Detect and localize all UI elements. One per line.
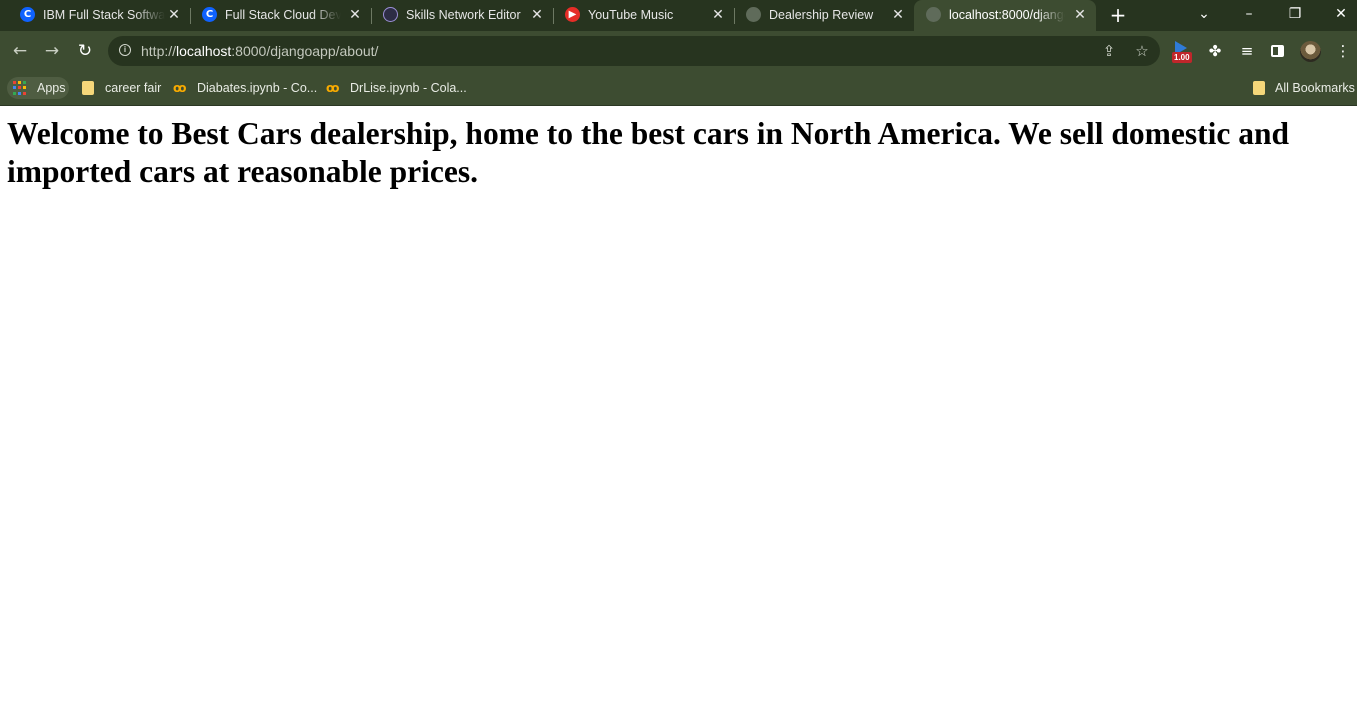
globe-icon xyxy=(926,7,941,22)
menu-kebab-icon[interactable]: ⋮ xyxy=(1333,41,1353,61)
close-window-button[interactable]: ✕ xyxy=(1318,0,1357,31)
browser-toolbar: ← → ↻ i http://localhost:8000/djangoapp/… xyxy=(0,31,1357,71)
forward-arrow-icon[interactable]: → xyxy=(41,40,63,62)
tab-full-stack-cloud[interactable]: C Full Stack Cloud Developer ✕ xyxy=(190,0,372,31)
tab-dealership-review[interactable]: Dealership Review ✕ xyxy=(734,0,914,31)
url-text[interactable]: http://localhost:8000/djangoapp/about/ xyxy=(141,36,378,66)
bookmark-apps[interactable]: Apps xyxy=(7,77,69,99)
address-bar[interactable]: i http://localhost:8000/djangoapp/about/… xyxy=(108,36,1160,66)
media-queue-icon[interactable]: ≡ xyxy=(1237,41,1257,61)
close-tab-icon[interactable]: ✕ xyxy=(347,0,363,30)
bookmark-label: Apps xyxy=(37,81,66,95)
profile-avatar[interactable] xyxy=(1300,41,1321,62)
coursera-icon: C xyxy=(20,7,35,22)
page-heading: Welcome to Best Cars dealership, home to… xyxy=(7,116,1289,189)
tab-localhost-about[interactable]: localhost:8000/djangoapp/about/ ✕ xyxy=(914,0,1096,31)
extensions-puzzle-icon[interactable]: ✤ xyxy=(1205,41,1225,61)
globe-icon xyxy=(746,7,761,22)
tab-title: IBM Full Stack Software Developer xyxy=(43,8,165,22)
site-info-icon[interactable]: i xyxy=(119,44,131,56)
folder-icon xyxy=(82,81,94,95)
bookmark-label: All Bookmarks xyxy=(1275,81,1355,95)
colab-icon: oo xyxy=(326,81,340,95)
tab-youtube-music[interactable]: ▶ YouTube Music ✕ xyxy=(553,0,735,31)
tab-ibm-full-stack[interactable]: C IBM Full Stack Software Developer ✕ xyxy=(8,0,191,31)
bookmark-star-icon[interactable]: ☆ xyxy=(1133,42,1151,60)
skills-network-icon xyxy=(383,7,398,22)
apps-grid-icon xyxy=(13,81,27,95)
page-content: Welcome to Best Cars dealership, home to… xyxy=(0,106,1357,717)
tab-title: Dealership Review xyxy=(769,8,874,22)
url-path: :8000/djangoapp/about/ xyxy=(231,43,379,59)
folder-icon xyxy=(1253,81,1265,95)
minimize-button[interactable]: – xyxy=(1226,0,1272,31)
restore-button[interactable]: ❐ xyxy=(1272,0,1318,31)
colab-icon: oo xyxy=(173,81,187,95)
close-tab-icon[interactable]: ✕ xyxy=(529,0,545,30)
close-tab-icon[interactable]: ✕ xyxy=(1072,0,1088,30)
bookmark-label: Diabates.ipynb - Co... xyxy=(197,81,318,95)
bookmark-label: career fair xyxy=(105,81,162,95)
tab-search-chevron-icon[interactable]: ⌄ xyxy=(1181,0,1227,31)
bookmarks-bar: Apps career fair oo Diabates.ipynb - Co.… xyxy=(0,71,1357,106)
new-tab-button[interactable]: + xyxy=(1107,3,1129,27)
tab-strip: C IBM Full Stack Software Developer ✕ C … xyxy=(0,0,1357,31)
video-speed-extension-icon[interactable]: 1.00 xyxy=(1172,40,1194,64)
share-icon[interactable]: ⇪ xyxy=(1100,42,1118,60)
tab-title: Full Stack Cloud Developer xyxy=(225,8,341,22)
tab-title: YouTube Music xyxy=(588,8,674,22)
tab-skills-network-editor[interactable]: Skills Network Editor ✕ xyxy=(371,0,554,31)
close-tab-icon[interactable]: ✕ xyxy=(710,0,726,30)
close-tab-icon[interactable]: ✕ xyxy=(166,0,182,30)
tab-title: Skills Network Editor xyxy=(406,8,521,22)
url-host: localhost xyxy=(176,43,232,59)
tab-title: localhost:8000/djangoapp/about/ xyxy=(949,8,1065,22)
close-tab-icon[interactable]: ✕ xyxy=(890,0,906,30)
browser-window: C IBM Full Stack Software Developer ✕ C … xyxy=(0,0,1357,717)
bookmark-label: DrLise.ipynb - Cola... xyxy=(350,81,467,95)
extension-badge: 1.00 xyxy=(1172,52,1192,63)
coursera-icon: C xyxy=(202,7,217,22)
reload-icon[interactable]: ↻ xyxy=(74,40,96,62)
youtube-music-icon: ▶ xyxy=(565,7,580,22)
back-arrow-icon[interactable]: ← xyxy=(9,40,31,62)
url-scheme: http:// xyxy=(141,43,177,59)
side-panel-icon[interactable] xyxy=(1271,45,1284,57)
